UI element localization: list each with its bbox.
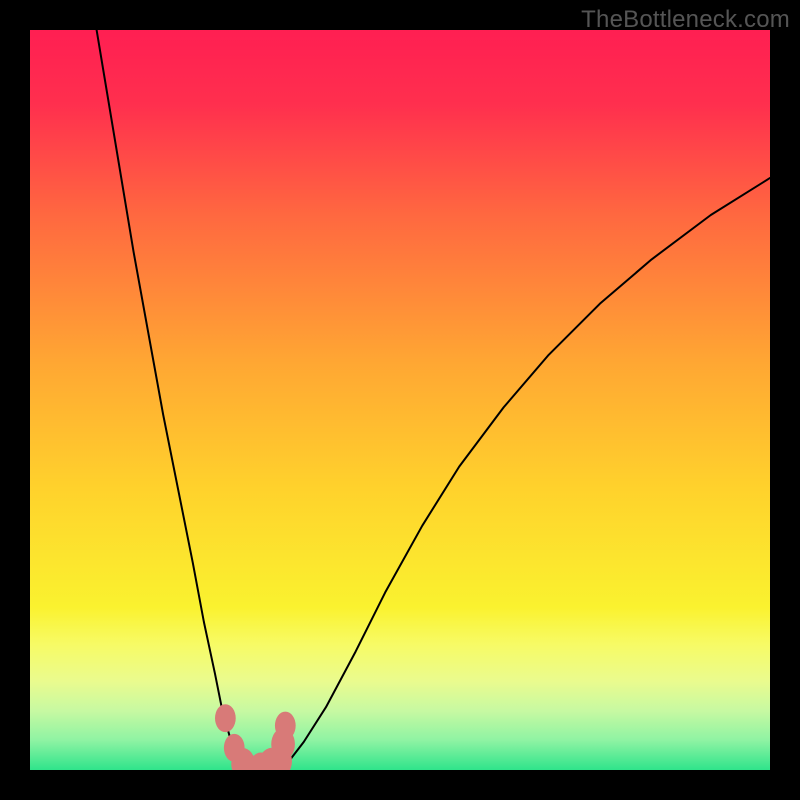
plot-area bbox=[30, 30, 770, 770]
scatter-point bbox=[275, 712, 296, 740]
watermark-text: TheBottleneck.com bbox=[581, 6, 790, 34]
valley-scatter bbox=[30, 30, 770, 770]
scatter-point bbox=[215, 704, 236, 732]
chart-frame: TheBottleneck.com bbox=[0, 0, 800, 800]
